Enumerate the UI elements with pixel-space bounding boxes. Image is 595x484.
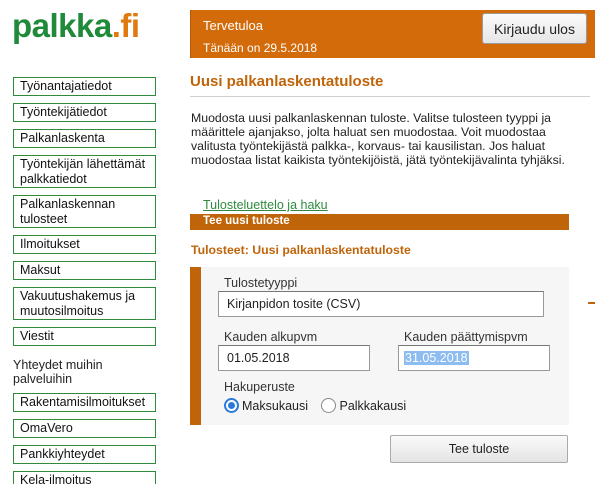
section-title: Tulosteet: Uusi palkanlaskentatuloste	[191, 243, 411, 257]
cutoff-side-panel	[586, 277, 595, 467]
end-date-label: Kauden päättymispvm	[404, 330, 528, 344]
cutoff-panel-rule	[588, 302, 595, 304]
radio-palkkakausi-label: Palkkakausi	[339, 399, 407, 413]
intro-text: Muodosta uusi palkanlaskennan tuloste. V…	[191, 111, 565, 167]
start-date-input[interactable]	[218, 345, 370, 371]
end-date-selected-value: 31.05.2018	[404, 351, 469, 365]
header-bar: Tervetuloa Tänään on 29.5.2018 Kirjaudu …	[190, 10, 595, 58]
start-date-label: Kauden alkupvm	[224, 330, 318, 344]
logout-button[interactable]: Kirjaudu ulos	[482, 13, 587, 44]
sidebar-item-tyontekijatiedot[interactable]: Työntekijätiedot	[13, 103, 156, 122]
other-services-heading: Yhteydet muihin palveluihin	[13, 358, 103, 386]
sidebar-item-kela-ilmoitus[interactable]: Kela-ilmoitus	[13, 471, 156, 484]
sidebar-item-tyonantajatiedot[interactable]: Työnantajatiedot	[13, 77, 156, 96]
palkka-logo[interactable]: palkka.fi	[12, 6, 140, 46]
sidebar-item-maksut[interactable]: Maksut	[13, 261, 156, 280]
sidebar-nav: Työnantajatiedot Työntekijätiedot Palkan…	[13, 77, 156, 484]
tab-tee-uusi-tuloste[interactable]: Tee uusi tuloste	[190, 214, 569, 230]
create-print-button[interactable]: Tee tuloste	[390, 435, 568, 463]
welcome-text: Tervetuloa	[203, 18, 263, 33]
basis-label: Hakuperuste	[224, 380, 295, 394]
sidebar-item-viestit[interactable]: Viestit	[13, 327, 156, 346]
end-date-input[interactable]: 31.05.2018	[398, 345, 550, 371]
radio-maksukausi-label: Maksukausi	[242, 399, 308, 413]
sidebar-item-rakentamisilmoitukset[interactable]: Rakentamisilmoitukset	[13, 393, 156, 412]
radio-maksukausi[interactable]	[224, 398, 239, 413]
current-date: Tänään on 29.5.2018	[203, 41, 318, 55]
tab-tulosteluettelo[interactable]: Tulosteluettelo ja haku	[203, 198, 328, 212]
sidebar-item-lahetetyt-palkkatiedot[interactable]: Työntekijän lähettämät palkkatiedot	[13, 155, 156, 188]
sidebar-item-tulosteet[interactable]: Palkanlaskennan tulosteet	[13, 195, 156, 228]
radio-palkkakausi[interactable]	[321, 398, 337, 413]
type-select[interactable]	[218, 291, 544, 317]
sidebar-item-palkanlaskenta[interactable]: Palkanlaskenta	[13, 129, 156, 148]
sidebar-item-pankkiyhteydet[interactable]: Pankkiyhteydet	[13, 445, 156, 464]
print-form: Tulostetyyppi Kauden alkupvm Kauden päät…	[190, 267, 569, 425]
page-title: Uusi palkanlaskentatuloste	[190, 73, 384, 90]
logo-text-main: palkka	[12, 7, 112, 44]
sidebar-item-ilmoitukset[interactable]: Ilmoitukset	[13, 235, 156, 254]
basis-radio-group: Maksukausi Palkkakausi	[224, 398, 416, 413]
sidebar-item-omavero[interactable]: OmaVero	[13, 419, 156, 438]
sidebar-item-vakuutushakemus[interactable]: Vakuutushakemus ja muutosilmoitus	[13, 287, 156, 320]
type-label: Tulostetyyppi	[224, 276, 298, 290]
title-divider	[190, 96, 590, 97]
logo-text-suffix: .fi	[111, 7, 140, 44]
